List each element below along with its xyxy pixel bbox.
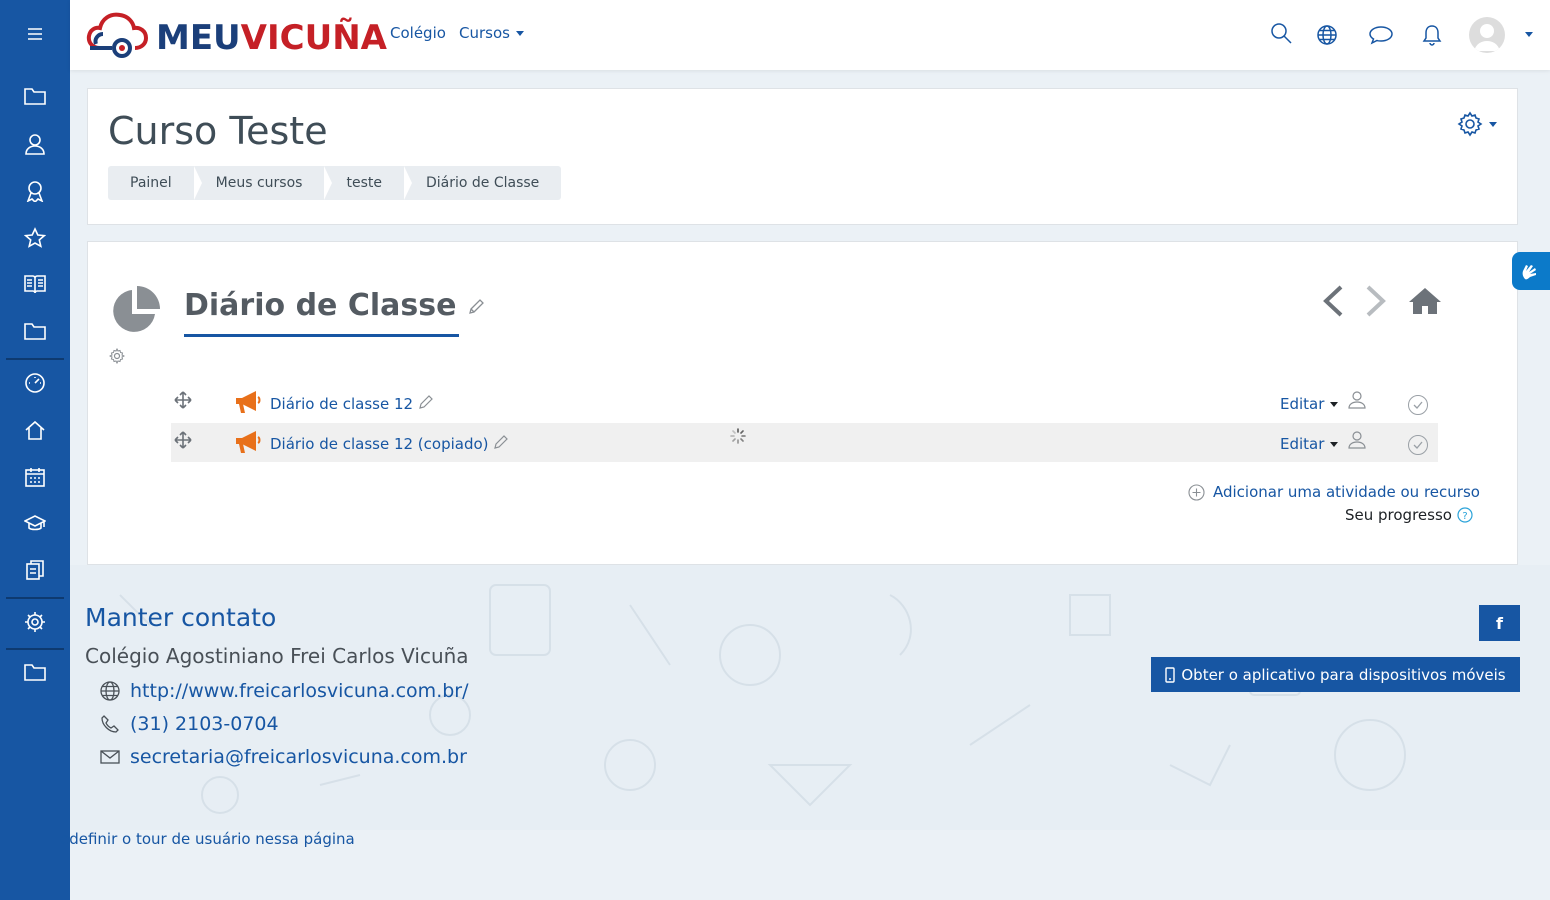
section-title-underline: [184, 334, 459, 337]
announcement-megaphone-icon: [236, 431, 261, 453]
home-icon[interactable]: [0, 410, 70, 450]
progress-label: Seu progresso: [1345, 506, 1452, 524]
gear-icon: [1457, 111, 1483, 137]
mobile-app-button[interactable]: Obter o aplicativo para dispositivos móv…: [1151, 657, 1520, 692]
star-icon[interactable]: [0, 218, 70, 258]
calendar-icon[interactable]: [0, 457, 70, 497]
completion-checkbox[interactable]: [1408, 435, 1428, 455]
section-settings-gear-icon[interactable]: [109, 348, 125, 364]
page-header: Curso Teste Painel Meus cursos teste Diá…: [87, 88, 1518, 225]
hamburger-icon[interactable]: [0, 14, 70, 54]
loading-spinner-icon: [730, 428, 746, 444]
navbar: MEUVICUÑA Colégio Cursos: [70, 0, 1550, 70]
pencil-icon[interactable]: [418, 394, 434, 410]
folder-icon[interactable]: [0, 652, 70, 692]
footer-contact-title: Manter contato: [85, 603, 277, 632]
move-icon[interactable]: [174, 431, 192, 449]
phone-number: (31) 2103-0704: [130, 713, 279, 735]
breadcrumb-item[interactable]: teste: [324, 166, 412, 200]
user-avatar[interactable]: [1469, 17, 1505, 53]
footer-organization: Colégio Agostiniano Frei Carlos Vicuña: [85, 644, 469, 668]
activity-row: Diário de classe 12 Editar: [171, 383, 1438, 422]
edit-menu-button[interactable]: Editar: [1280, 395, 1339, 413]
check-icon: [1413, 401, 1423, 409]
folder-icon[interactable]: [0, 311, 70, 351]
activity-name: Diário de classe 12: [270, 395, 414, 413]
course-section: Diário de Classe Diário de classe 12 Edi…: [87, 241, 1518, 565]
page-title: Curso Teste: [108, 109, 328, 153]
user-menu-chevron-down-icon[interactable]: [1525, 32, 1533, 37]
pencil-icon[interactable]: [493, 434, 509, 450]
reset-tour-link[interactable]: edefinir o tour de usuário nessa página: [60, 830, 355, 848]
activity-row: Diário de classe 12 (copiado) Editar: [171, 423, 1438, 462]
add-activity-button[interactable]: Adicionar uma atividade ou recurso: [1188, 483, 1480, 501]
activity-link[interactable]: Diário de classe 12 (copiado): [270, 434, 509, 453]
logo-text-meu: MEU: [156, 18, 241, 58]
chevron-down-icon: [515, 31, 524, 36]
chevron-left-icon[interactable]: [1321, 284, 1345, 318]
globe-icon: [100, 681, 120, 701]
phone-link[interactable]: (31) 2103-0704: [100, 713, 279, 735]
envelope-icon: [100, 750, 120, 764]
dashboard-icon[interactable]: [0, 363, 70, 403]
nav-cursos-label: Cursos: [459, 24, 510, 42]
graduation-cap-icon[interactable]: [0, 504, 70, 544]
mobile-phone-icon: [1165, 666, 1176, 683]
chevron-down-icon: [1330, 402, 1339, 407]
book-icon[interactable]: [0, 264, 70, 304]
breadcrumb-item[interactable]: Meus cursos: [194, 166, 333, 200]
home-icon[interactable]: [1408, 286, 1442, 316]
nav-cursos[interactable]: Cursos: [459, 24, 524, 42]
user-icon[interactable]: [1348, 391, 1366, 409]
section-title-text: Diário de Classe: [184, 288, 457, 323]
pie-chart-icon: [113, 286, 160, 332]
pencil-icon[interactable]: [467, 298, 485, 316]
chevron-down-icon: [1330, 442, 1339, 447]
vlibras-accessibility-button[interactable]: [1512, 252, 1550, 290]
activity-link[interactable]: Diário de classe 12: [270, 394, 434, 413]
help-icon[interactable]: ?: [1457, 507, 1473, 523]
logo-text-vicuna: VICUÑA: [240, 18, 387, 58]
participants-icon[interactable]: [0, 124, 70, 164]
announcement-megaphone-icon: [236, 391, 261, 413]
chevron-right-icon[interactable]: [1364, 284, 1388, 318]
move-icon[interactable]: [174, 391, 192, 409]
website-url: http://www.freicarlosvicuna.com.br/: [130, 680, 469, 702]
badge-icon[interactable]: [0, 171, 70, 211]
sign-language-hands-icon: [1522, 265, 1536, 280]
edit-menu-button[interactable]: Editar: [1280, 435, 1339, 453]
activity-name: Diário de classe 12 (copiado): [270, 435, 489, 453]
chat-icon[interactable]: [1368, 22, 1394, 48]
user-icon[interactable]: [1348, 431, 1366, 449]
settings-icon[interactable]: [0, 602, 70, 642]
check-icon: [1413, 441, 1423, 449]
search-icon[interactable]: [1268, 20, 1294, 46]
breadcrumb: Painel Meus cursos teste Diário de Class…: [108, 166, 562, 200]
email-link[interactable]: secretaria@freicarlosvicuna.com.br: [100, 746, 467, 768]
email-address: secretaria@freicarlosvicuna.com.br: [130, 746, 467, 768]
website-link[interactable]: http://www.freicarlosvicuna.com.br/: [100, 680, 469, 702]
folder-icon[interactable]: [0, 76, 70, 116]
edit-label: Editar: [1280, 435, 1325, 453]
progress-info: Seu progresso ?: [1345, 506, 1473, 524]
files-icon[interactable]: [0, 550, 70, 590]
bell-icon[interactable]: [1419, 22, 1445, 48]
chevron-down-icon: [1489, 121, 1497, 127]
site-logo[interactable]: MEUVICUÑA: [86, 8, 387, 62]
nav-colegio[interactable]: Colégio: [390, 24, 446, 42]
phone-icon: [101, 715, 119, 733]
course-actions-menu[interactable]: [1457, 111, 1497, 137]
add-activity-label: Adicionar uma atividade ou recurso: [1213, 483, 1480, 501]
edit-label: Editar: [1280, 395, 1325, 413]
completion-checkbox[interactable]: [1408, 395, 1428, 415]
plus-circle-icon: [1188, 483, 1205, 501]
section-title: Diário de Classe: [184, 288, 485, 323]
breadcrumb-item[interactable]: Painel: [108, 166, 202, 200]
left-drawer: [0, 0, 70, 900]
mobile-app-label: Obter o aplicativo para dispositivos móv…: [1181, 665, 1506, 684]
svg-text:?: ?: [1462, 511, 1467, 522]
facebook-button[interactable]: f: [1479, 605, 1520, 641]
globe-icon[interactable]: [1314, 22, 1340, 48]
breadcrumb-item[interactable]: Diário de Classe: [404, 166, 561, 200]
